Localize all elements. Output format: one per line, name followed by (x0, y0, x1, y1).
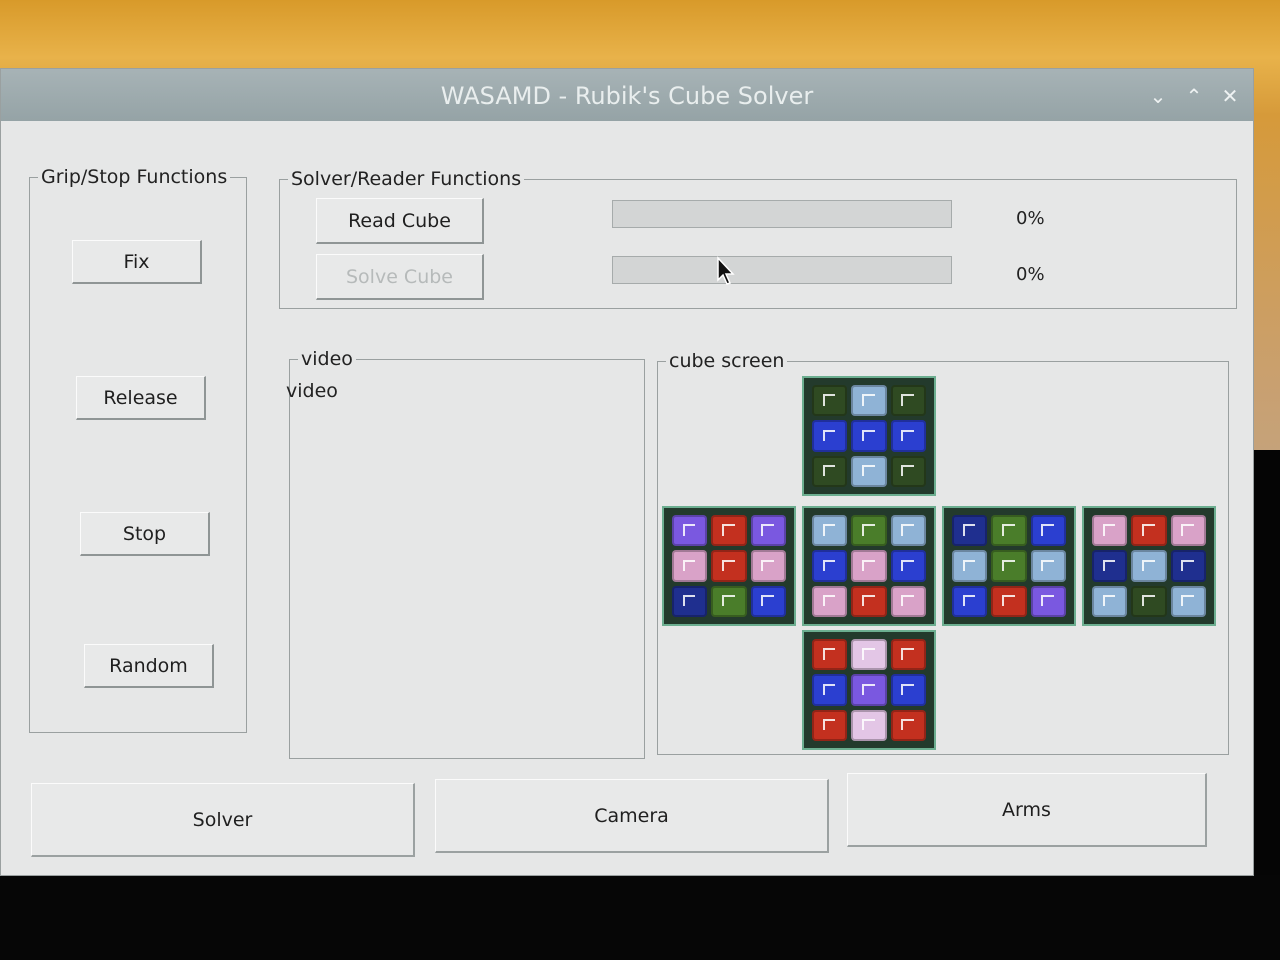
cube-sticker (890, 550, 926, 582)
mouse-pointer-icon (717, 256, 735, 285)
cube-face-down (802, 630, 936, 750)
solver-reader-frame-label: Solver/Reader Functions (288, 168, 525, 190)
cube-sticker (952, 515, 988, 547)
app-window: WASAMD - Rubik's Cube Solver ⌄ ⌃ ✕ Grip/… (0, 68, 1254, 876)
cube-sticker (851, 639, 887, 671)
cube-sticker (890, 639, 926, 671)
cube-face-front (802, 506, 936, 626)
cube-sticker (812, 455, 848, 487)
desktop-background-bottom (0, 875, 1280, 960)
cube-sticker (812, 420, 848, 452)
cube-sticker (812, 639, 848, 671)
solver-reader-frame: Solver/Reader Functions Read Cube Solve … (279, 168, 1237, 309)
close-icon[interactable]: ✕ (1217, 83, 1243, 109)
cube-sticker (991, 550, 1027, 582)
cube-sticker (1030, 550, 1066, 582)
cube-sticker (1092, 585, 1128, 617)
video-frame-label: video (298, 348, 356, 370)
cube-sticker (1131, 515, 1167, 547)
cube-sticker (1170, 585, 1206, 617)
cube-sticker (672, 585, 708, 617)
cube-sticker (672, 515, 708, 547)
cube-sticker (890, 585, 926, 617)
cube-sticker (890, 385, 926, 417)
tab-arms[interactable]: Arms (847, 773, 1207, 847)
fix-button[interactable]: Fix (72, 240, 202, 284)
cube-sticker (812, 709, 848, 741)
cube-sticker (890, 515, 926, 547)
tab-solver[interactable]: Solver (31, 783, 415, 857)
cube-sticker (711, 550, 747, 582)
cube-sticker (851, 515, 887, 547)
solve-cube-button[interactable]: Solve Cube (316, 254, 484, 300)
cube-sticker (991, 585, 1027, 617)
cube-sticker (812, 674, 848, 706)
cube-sticker (750, 515, 786, 547)
cube-sticker (711, 585, 747, 617)
cube-sticker (812, 550, 848, 582)
solve-progress-bar (612, 256, 952, 284)
cube-sticker (890, 420, 926, 452)
cube-sticker (851, 455, 887, 487)
cube-sticker (851, 420, 887, 452)
cube-sticker (750, 550, 786, 582)
cube-sticker (890, 455, 926, 487)
cube-sticker (851, 674, 887, 706)
cube-sticker (672, 550, 708, 582)
cube-sticker (1030, 515, 1066, 547)
cube-sticker (750, 585, 786, 617)
cube-sticker (991, 515, 1027, 547)
cube-sticker (851, 709, 887, 741)
video-frame: video video (286, 348, 645, 759)
cube-screen-frame-label: cube screen (666, 350, 788, 372)
cube-sticker (851, 385, 887, 417)
cube-sticker (851, 550, 887, 582)
grip-stop-frame: Grip/Stop Functions Fix Release Stop Ran… (29, 166, 247, 733)
cube-sticker (1131, 550, 1167, 582)
cube-face-left (662, 506, 796, 626)
cube-sticker (812, 585, 848, 617)
cube-face-back (1082, 506, 1216, 626)
cube-face-right (942, 506, 1076, 626)
cube-sticker (1131, 585, 1167, 617)
tab-camera[interactable]: Camera (435, 779, 829, 853)
cube-sticker (851, 585, 887, 617)
read-cube-button[interactable]: Read Cube (316, 198, 484, 244)
cube-sticker (1170, 550, 1206, 582)
cube-sticker (812, 385, 848, 417)
window-title: WASAMD - Rubik's Cube Solver (440, 82, 814, 110)
solve-progress-percent: 0% (1016, 264, 1045, 285)
stop-button[interactable]: Stop (80, 512, 210, 556)
cube-sticker (952, 550, 988, 582)
read-progress-bar (612, 200, 952, 228)
cube-sticker (1092, 550, 1128, 582)
cube-sticker (1170, 515, 1206, 547)
random-button[interactable]: Random (84, 644, 214, 688)
cube-face-up (802, 376, 936, 496)
grip-stop-frame-label: Grip/Stop Functions (38, 166, 231, 188)
release-button[interactable]: Release (76, 376, 206, 420)
maximize-icon[interactable]: ⌃ (1181, 83, 1207, 109)
cube-sticker (890, 674, 926, 706)
cube-sticker (890, 709, 926, 741)
cube-sticker (952, 585, 988, 617)
cube-sticker (1092, 515, 1128, 547)
cube-screen-frame: cube screen (657, 350, 1229, 755)
video-placeholder-text: video (286, 380, 338, 402)
minimize-icon[interactable]: ⌄ (1145, 83, 1171, 109)
read-progress-percent: 0% (1016, 208, 1045, 229)
cube-sticker (812, 515, 848, 547)
window-titlebar[interactable]: WASAMD - Rubik's Cube Solver ⌄ ⌃ ✕ (1, 69, 1253, 121)
cube-sticker (711, 515, 747, 547)
cube-sticker (1030, 585, 1066, 617)
